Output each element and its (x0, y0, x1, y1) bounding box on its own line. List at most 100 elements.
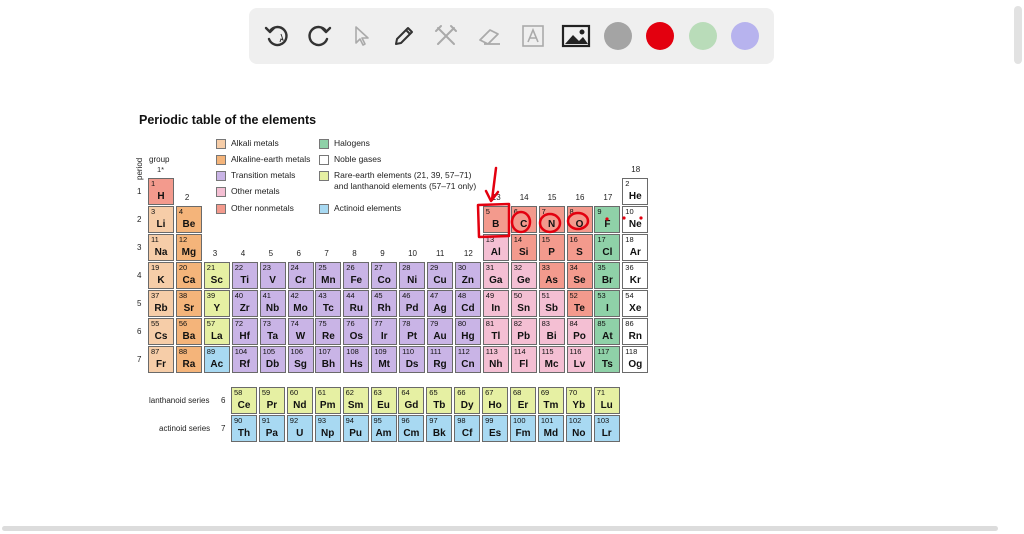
element-cell-lu: 71 Lu (593, 387, 620, 414)
atomic-number: 40 (234, 291, 244, 300)
element-symbol: Zr (239, 303, 250, 314)
atomic-number: 41 (262, 291, 271, 300)
color-swatch-3[interactable] (689, 22, 717, 50)
element-symbol: U (296, 428, 304, 439)
tools-icon[interactable] (430, 20, 462, 52)
period-label: period (135, 157, 144, 180)
text-icon[interactable] (517, 20, 549, 52)
atomic-number: 37 (151, 291, 160, 300)
element-symbol: Cr (294, 275, 307, 286)
eraser-icon[interactable] (474, 20, 506, 52)
element-cell-ar: 18 Ar (622, 234, 649, 261)
group-number-18: 18 (631, 165, 641, 174)
atomic-number: 88 (178, 347, 188, 356)
color-swatch-1[interactable] (604, 22, 632, 50)
element-cell-pm: 61 Pm (314, 387, 341, 414)
atomic-number: 25 (318, 263, 327, 272)
vertical-scrollbar[interactable] (1014, 6, 1022, 64)
element-cell-cu: 29 Cu (427, 262, 453, 289)
element-cell-cf: 98 Cf (454, 415, 481, 442)
element-cell-o: 8O (566, 206, 593, 233)
group-number-9: 9 (380, 249, 385, 258)
element-cell-db: 105 Db (259, 346, 286, 373)
legend-label: Actinoid elements (334, 203, 402, 213)
element-symbol: He (628, 191, 642, 202)
element-cell-ac: 89 Ac (203, 346, 230, 373)
element-symbol: Ga (489, 275, 503, 286)
atomic-number: 102 (568, 416, 582, 425)
element-cell-bh: 107 Bh (315, 346, 342, 373)
atomic-number: 67 (485, 388, 494, 397)
atomic-number: 48 (457, 291, 467, 300)
element-symbol: Es (488, 428, 502, 439)
element-symbol: Co (377, 275, 391, 286)
group-number-5: 5 (268, 249, 274, 258)
atomic-number: 55 (151, 319, 160, 328)
element-symbol: Yb (572, 400, 586, 411)
atomic-number: 106 (290, 347, 304, 356)
element-cell-mn: 25 Mn (315, 262, 342, 289)
group-number-10: 10 (408, 249, 417, 258)
atomic-number: 46 (402, 291, 411, 300)
atomic-number: 111 (430, 347, 442, 356)
legend-swatch (319, 171, 329, 181)
atomic-number: 21 (206, 263, 216, 272)
element-cell-li: 3 Li (148, 206, 174, 233)
atomic-number: 93 (317, 416, 327, 425)
element-symbol: Sm (347, 400, 364, 411)
element-cell-tb: 65 Tb (426, 387, 453, 414)
element-cell-rh: 45 Rh (371, 290, 398, 317)
undo-icon[interactable] (261, 20, 293, 52)
element-cell-np: 93 Np (314, 415, 341, 442)
element-symbol: Am (375, 428, 392, 439)
element-symbol: N (547, 219, 556, 230)
element-cell-he: 2 He (622, 178, 649, 205)
horizontal-scrollbar[interactable] (2, 526, 998, 531)
element-symbol: Re (321, 331, 335, 342)
group-number-13: 13 (491, 193, 501, 202)
actinoid-period-label: 7 (221, 424, 226, 433)
period-number-3: 3 (137, 243, 142, 252)
atomic-number: 6 (513, 207, 518, 216)
element-symbol: Bh (321, 359, 336, 370)
image-icon[interactable] (560, 20, 592, 52)
redo-icon[interactable] (303, 20, 335, 52)
element-cell-br: 35 Br (594, 262, 621, 289)
element-cell-am: 95 Am (370, 415, 397, 442)
pen-icon[interactable] (388, 20, 420, 52)
element-symbol: Ba (182, 331, 196, 342)
color-swatch-2[interactable] (646, 22, 674, 50)
atomic-number: 39 (206, 291, 216, 300)
legend-swatch (319, 139, 329, 149)
element-cell-po: 84 Po (566, 318, 593, 345)
color-swatch-4[interactable] (731, 22, 759, 50)
select-cursor-icon[interactable] (346, 20, 378, 52)
element-cell-zr: 40 Zr (231, 290, 258, 317)
element-cell-rf: 104 Rf (231, 346, 258, 373)
element-cell-nb: 41 Nb (259, 290, 286, 317)
atomic-number: 51 (541, 291, 550, 300)
atomic-number: 8 (569, 207, 574, 216)
element-cell-bi: 83 Bi (538, 318, 565, 345)
legend-swatch (216, 187, 226, 197)
atomic-number: 94 (345, 416, 354, 425)
atomic-number: 34 (569, 263, 578, 272)
group-number-11: 11 (436, 249, 445, 258)
atomic-number: 33 (541, 263, 550, 272)
atomic-number: 92 (289, 416, 299, 425)
element-cell-la: 57 La (203, 318, 230, 345)
element-cell-cm: 96 Cm (398, 415, 425, 442)
element-cell-xe: 54 Xe (622, 290, 649, 317)
element-symbol: Hs (349, 359, 363, 370)
element-cell-pa: 91 Pa (258, 415, 285, 442)
element-symbol: As (545, 275, 558, 286)
element-cell-fe: 26 Fe (343, 262, 370, 289)
atomic-number: 32 (513, 263, 523, 272)
element-symbol: Eu (377, 400, 390, 411)
element-cell-ni: 28 Ni (399, 262, 426, 289)
element-cell-th: 90 Th (231, 415, 257, 442)
element-cell-ds: 110 Ds (399, 346, 426, 373)
element-cell-ir: 77 Ir (371, 318, 398, 345)
atomic-number: 45 (374, 291, 383, 300)
atomic-number: 113 (485, 347, 498, 356)
